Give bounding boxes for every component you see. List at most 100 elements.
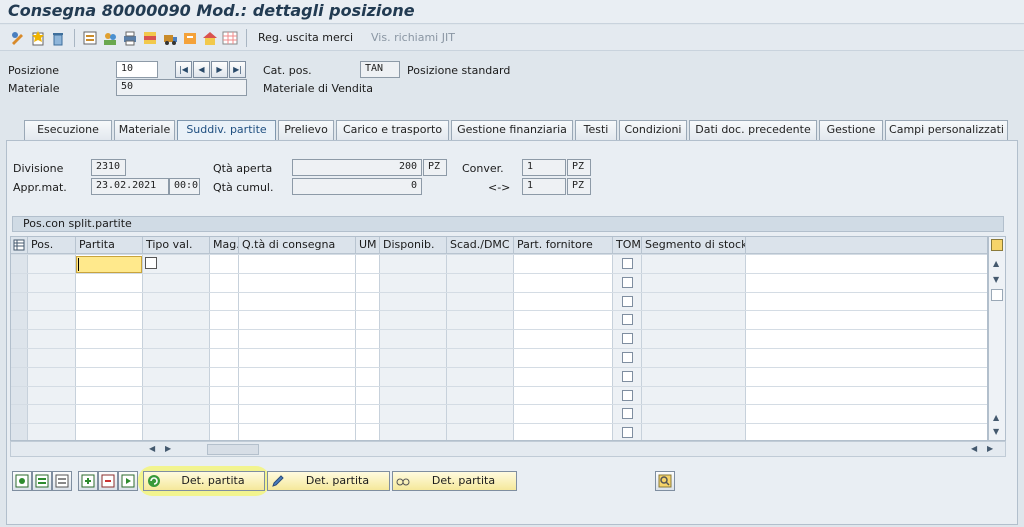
column-header-scad-dmc[interactable]: Scad./DMC — [447, 237, 514, 254]
previous-item-button[interactable]: ◀ — [193, 61, 210, 78]
tab-carico-trasporto[interactable]: Carico e trasporto — [336, 120, 449, 140]
scroll-left-end-icon[interactable]: ◀ — [971, 444, 977, 453]
tab-prelievo[interactable]: Prelievo — [278, 120, 334, 140]
det-partita-display-button[interactable]: Det. partita — [392, 471, 517, 491]
column-header-segmento-stock[interactable]: Segmento di stock — [642, 237, 746, 254]
table-row[interactable] — [11, 404, 987, 423]
picking-icon[interactable] — [182, 30, 198, 46]
cum-qty-field: 0 — [292, 178, 422, 195]
item-overview-icon[interactable] — [82, 30, 98, 46]
table-row[interactable] — [11, 367, 987, 386]
tom-checkbox[interactable] — [622, 352, 633, 363]
select-block-button[interactable] — [32, 471, 52, 491]
tab-condizioni[interactable]: Condizioni — [619, 120, 687, 140]
scroll-page-up-icon[interactable]: ▲ — [993, 413, 999, 422]
scroll-thumb[interactable] — [991, 289, 1003, 301]
tab-esecuzione[interactable]: Esecuzione — [24, 120, 112, 140]
batch-info-button[interactable] — [655, 471, 675, 491]
tab-suddiv-partite[interactable]: Suddiv. partite — [177, 120, 276, 141]
window-title: Consegna 80000090 Mod.: dettagli posizio… — [8, 1, 415, 20]
column-header-tipo-val[interactable]: Tipo val. — [143, 237, 210, 254]
table-settings-icon[interactable] — [11, 237, 28, 254]
tom-checkbox[interactable] — [622, 314, 633, 325]
delete-row-button[interactable] — [98, 471, 118, 491]
scroll-up-icon[interactable]: ▲ — [993, 259, 999, 268]
batch-split-grid-title: Pos.con split.partite — [12, 216, 1004, 232]
select-all-button[interactable] — [12, 471, 32, 491]
column-header-pos[interactable]: Pos. — [28, 237, 76, 254]
column-header-tom[interactable]: TOM — [613, 237, 642, 254]
display-change-icon[interactable] — [10, 30, 26, 46]
tom-checkbox[interactable] — [622, 296, 633, 307]
shipment-icon[interactable] — [162, 30, 178, 46]
vertical-scrollbar[interactable]: ▲ ▼ ▲ ▼ — [988, 236, 1006, 441]
position-label: Posizione — [8, 64, 60, 77]
tab-campi-personalizzati[interactable]: Campi personalizzati — [885, 120, 1008, 140]
copy-row-button[interactable] — [118, 471, 138, 491]
column-config-icon[interactable] — [991, 239, 1003, 251]
scroll-left-icon[interactable]: ◀ — [149, 444, 155, 453]
horizontal-scroll-thumb[interactable] — [207, 444, 259, 455]
table-row[interactable] — [11, 310, 987, 329]
column-header-mag[interactable]: Mag. — [210, 237, 239, 254]
batch-info-icon — [658, 474, 672, 488]
tom-checkbox[interactable] — [622, 333, 633, 344]
table-row[interactable] — [11, 348, 987, 367]
partner-icon[interactable] — [102, 30, 118, 46]
last-item-button[interactable]: ▶| — [229, 61, 246, 78]
tab-gestione[interactable]: Gestione — [819, 120, 883, 140]
insert-row-button[interactable] — [78, 471, 98, 491]
plant-label: Divisione — [13, 162, 64, 175]
table-row[interactable] — [11, 292, 987, 311]
printer-icon[interactable] — [122, 30, 138, 46]
status-icon[interactable] — [142, 30, 158, 46]
delete-icon[interactable] — [50, 30, 66, 46]
pencil-icon — [272, 475, 284, 487]
item-navigation: |◀ ◀ ▶ ▶| — [175, 61, 246, 78]
value-help-icon[interactable] — [145, 257, 157, 269]
table-row[interactable] — [11, 423, 987, 440]
goods-issue-button[interactable]: Reg. uscita merci — [258, 31, 353, 44]
table-row[interactable] — [11, 386, 987, 405]
table-row[interactable] — [11, 329, 987, 348]
tab-gestione-finanziaria[interactable]: Gestione finanziaria — [451, 120, 573, 140]
horizontal-scrollbar[interactable]: ◀ ▶ ◀ ▶ — [10, 441, 1006, 457]
table-settings-icon[interactable] — [222, 30, 238, 46]
table-row[interactable] — [11, 254, 987, 273]
column-header-disponib[interactable]: Disponib. — [380, 237, 447, 254]
batch-input-cell[interactable] — [76, 256, 142, 273]
next-item-button[interactable]: ▶ — [211, 61, 228, 78]
last-item-icon: ▶| — [233, 65, 242, 74]
tab-testi[interactable]: Testi — [575, 120, 617, 140]
open-qty-label: Qtà aperta — [213, 162, 273, 175]
select-all-icon — [15, 474, 29, 488]
position-field[interactable]: 10 — [116, 61, 158, 78]
jit-calls-button[interactable]: Vis. richiami JIT — [371, 31, 455, 44]
scroll-page-down-icon[interactable]: ▼ — [993, 427, 999, 436]
tom-checkbox[interactable] — [622, 371, 633, 382]
tom-checkbox[interactable] — [622, 258, 633, 269]
scroll-right-end-icon[interactable]: ▶ — [987, 444, 993, 453]
conversion-label: Conver. — [462, 162, 504, 175]
tom-checkbox[interactable] — [622, 277, 633, 288]
column-header-um[interactable]: UM — [356, 237, 380, 254]
column-header-partita[interactable]: Partita — [76, 237, 143, 254]
scroll-right-icon[interactable]: ▶ — [165, 444, 171, 453]
deselect-all-button[interactable] — [52, 471, 72, 491]
tom-checkbox[interactable] — [622, 427, 633, 438]
tab-dati-doc-precedente[interactable]: Dati doc. precedente — [689, 120, 817, 140]
det-partita-execute-button[interactable]: Det. partita — [143, 471, 265, 491]
table-row[interactable] — [11, 273, 987, 292]
det-partita-edit-button[interactable]: Det. partita — [267, 471, 390, 491]
delete-row-icon — [101, 474, 115, 488]
create-icon[interactable] — [30, 30, 46, 46]
first-item-button[interactable]: |◀ — [175, 61, 192, 78]
tom-checkbox[interactable] — [622, 390, 633, 401]
approval-time-field: 00:0... — [169, 178, 200, 195]
warehouse-icon[interactable] — [202, 30, 218, 46]
column-header-part-fornitore[interactable]: Part. fornitore — [514, 237, 613, 254]
scroll-down-icon[interactable]: ▼ — [993, 275, 999, 284]
tab-materiale[interactable]: Materiale — [114, 120, 175, 140]
column-header-qta-consegna[interactable]: Q.tà di consegna — [239, 237, 356, 254]
tom-checkbox[interactable] — [622, 408, 633, 419]
